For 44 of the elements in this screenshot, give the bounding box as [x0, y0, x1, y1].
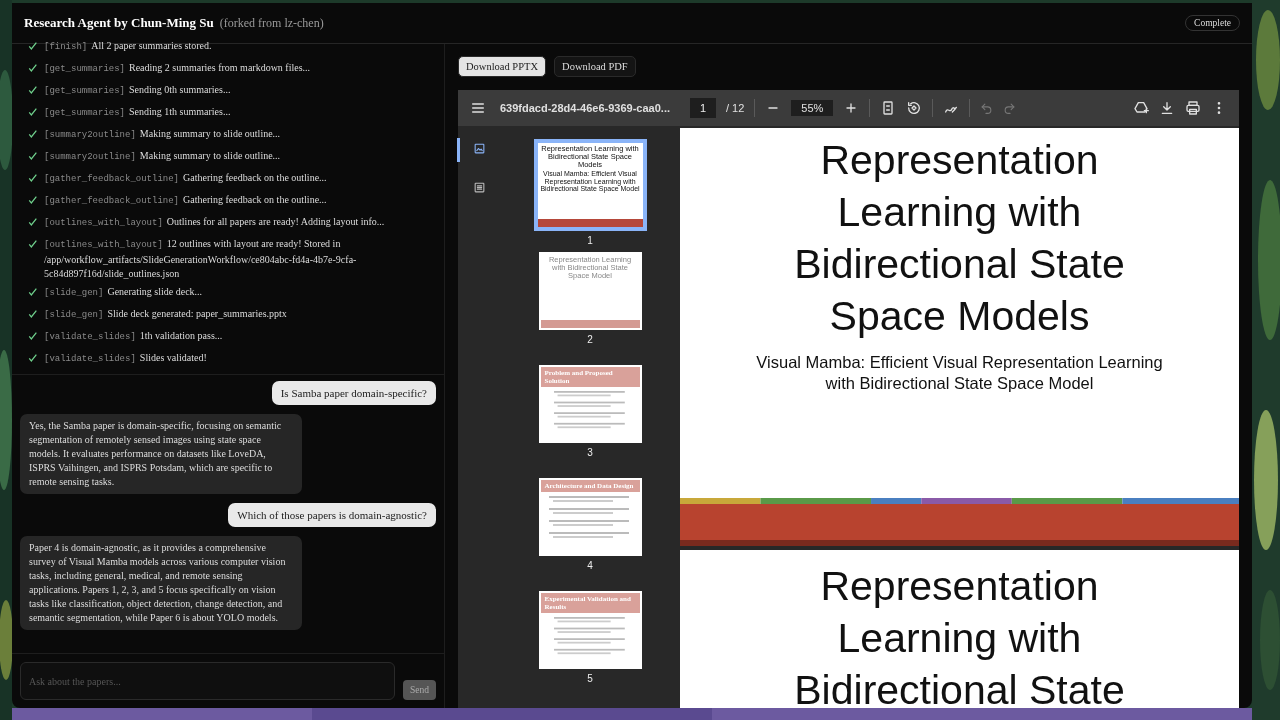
- log-entry: [validate_slides] 1th validation pass...: [44, 328, 223, 344]
- assistant-message: Yes, the Samba paper is domain-specific, focusing on semantic segmentation of remotely sensed images using state space models. It evaluates performance on datasets like LoveDA, ISPRS Vaihingen, and ISPRS Potsdam, which are specific to remote sensing tasks.: [20, 413, 302, 494]
- log-entry: [outlines_with_layout] Outlines for all papers are ready! Adding layout info...: [44, 215, 385, 230]
- file-name: 639fdacd-28d4-46e6-9369-caa0...: [500, 102, 670, 114]
- download-button[interactable]: Download PPTX: [458, 56, 547, 77]
- log-entry: [slide_gen] Generating slide deck...: [44, 284, 203, 300]
- page-number: 3: [587, 447, 593, 458]
- list-icon[interactable]: [472, 181, 486, 194]
- slide-subtitle: Visual Mamba: Efficient Visual Representation Learning with Bidirectional State Space Model: [755, 352, 1164, 394]
- page-input[interactable]: 1: [690, 98, 716, 118]
- page-number: 1: [587, 235, 593, 246]
- log-entry: [validate_slides] Slides validated!: [44, 350, 207, 366]
- zoom-level[interactable]: 55%: [791, 100, 834, 116]
- log-entry: [get_summaries] Reading 2 summaries from markdown files...: [44, 61, 311, 76]
- log-entry: [finish] All 2 paper summaries stored.: [44, 39, 212, 54]
- app-title: Research Agent by Chun-Ming Su: [24, 15, 214, 31]
- log-entry: [outlines_with_layout] 12 outlines with layout are ready! Stored in /app/workflow_artifacts/SlideGenerationWorkflow/ce804abc-fd4a-4b7e-9cfa-5c84d897f16d/slide_outlines.json: [44, 237, 358, 281]
- print-icon[interactable]: [1185, 100, 1201, 116]
- slide-title: Representation Learning with Bidirectional State Space Models: [793, 136, 1126, 341]
- user-message: Is Samba paper domain-specific?: [271, 380, 436, 405]
- log-entry: [summary2outline] Making summary to slide outline...: [44, 127, 281, 142]
- menu-icon[interactable]: [470, 100, 486, 116]
- chat-input[interactable]: Ask about the papers...: [20, 662, 395, 700]
- user-message: Which of those papers is domain-agnostic?: [228, 502, 436, 527]
- page-number: 2: [587, 334, 593, 345]
- assistant-message: Paper 4 is domain-agnostic, as it provides a comprehensive survey of Visual Mamba models across various computer vision tasks, including general, medical, and remote sensing applications. Papers 1, 2, 3, and 5 focus specifically on vision tasks like classification, object detection, change detection, and semantic segmentation, while Paper 6 is about YOLO models.: [20, 535, 302, 630]
- download-icon[interactable]: [1159, 100, 1175, 116]
- log-entry: [summary2outline] Making summary to slide outline...: [44, 149, 281, 164]
- log-entry: [gather_feedback_outline] Gathering feedback on the outline...: [44, 171, 327, 186]
- log-entry: [get_summaries] Sending 0th summaries...: [44, 83, 231, 98]
- log-entry: [get_summaries] Sending 1th summaries...: [44, 105, 231, 120]
- image-icon[interactable]: [472, 142, 486, 155]
- page-number: 4: [587, 560, 593, 571]
- fork-note: (forked from lz-chen): [219, 15, 324, 31]
- page-count: / 12: [726, 102, 745, 114]
- download-button[interactable]: Download PDF: [554, 56, 636, 77]
- redo-icon[interactable]: [1003, 101, 1017, 115]
- slide-title: Representation Learning with Bidirectional State: [793, 562, 1126, 708]
- log-entry: [gather_feedback_outline] Gathering feedback on the outline...: [44, 193, 327, 208]
- page-number: 5: [587, 673, 593, 684]
- log-entry: [slide_gen] Slide deck generated: paper_summaries.pptx: [44, 306, 287, 322]
- drive-add-icon[interactable]: [1133, 100, 1149, 116]
- rotate-icon[interactable]: [906, 100, 923, 116]
- undo-icon[interactable]: [980, 101, 994, 115]
